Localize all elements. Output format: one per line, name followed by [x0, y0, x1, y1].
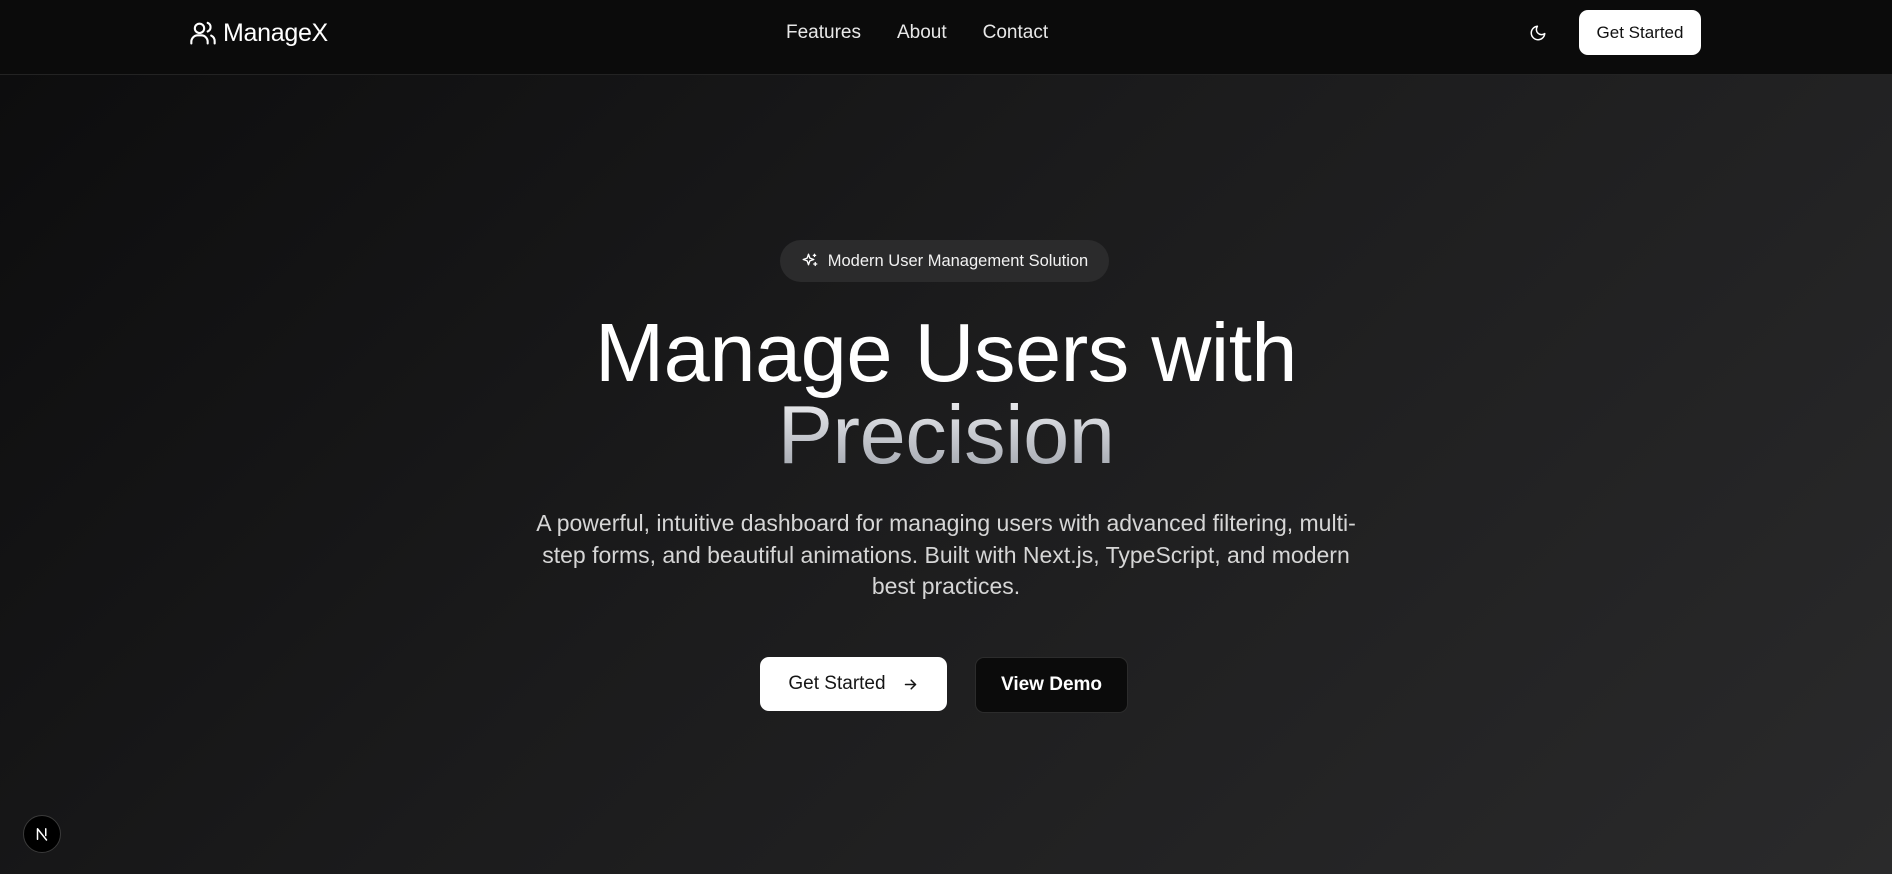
arrow-right-icon	[904, 678, 916, 690]
hero-badge-label: Modern User Management Solution	[827, 251, 1089, 270]
header-get-started-button[interactable]: Get Started	[1579, 10, 1701, 55]
hero-cta-group: Get Started View Demo	[760, 657, 1128, 713]
hero-title-accent: Precision	[777, 388, 1115, 481]
hero-description: A powerful, intuitive dashboard for mana…	[536, 510, 1356, 599]
hero-badge: Modern User Management Solution	[780, 240, 1109, 282]
get-started-button[interactable]: Get Started	[760, 657, 947, 711]
site-header: ManageX Features About Contact Get Start…	[0, 0, 1892, 75]
users-icon	[190, 21, 216, 45]
hero-title-line1: Manage Users with	[595, 306, 1297, 399]
moon-icon	[1530, 25, 1546, 41]
brand-logo[interactable]: ManageX	[189, 18, 328, 48]
nav-link-features[interactable]: Features	[786, 22, 861, 44]
nextjs-dev-indicator[interactable]	[23, 815, 61, 853]
nav-link-contact[interactable]: Contact	[983, 22, 1048, 44]
view-demo-button[interactable]: View Demo	[975, 657, 1128, 713]
sparkles-icon	[802, 253, 818, 267]
brand-name: ManageX	[223, 18, 328, 47]
hero-title: Manage Users with Precision	[446, 311, 1446, 476]
main-nav: Features About Contact	[786, 20, 1048, 46]
theme-toggle-button[interactable]	[1520, 20, 1556, 46]
get-started-label: Get Started	[788, 673, 886, 694]
nav-link-about[interactable]: About	[897, 22, 947, 44]
nextjs-logo-icon	[36, 828, 48, 841]
